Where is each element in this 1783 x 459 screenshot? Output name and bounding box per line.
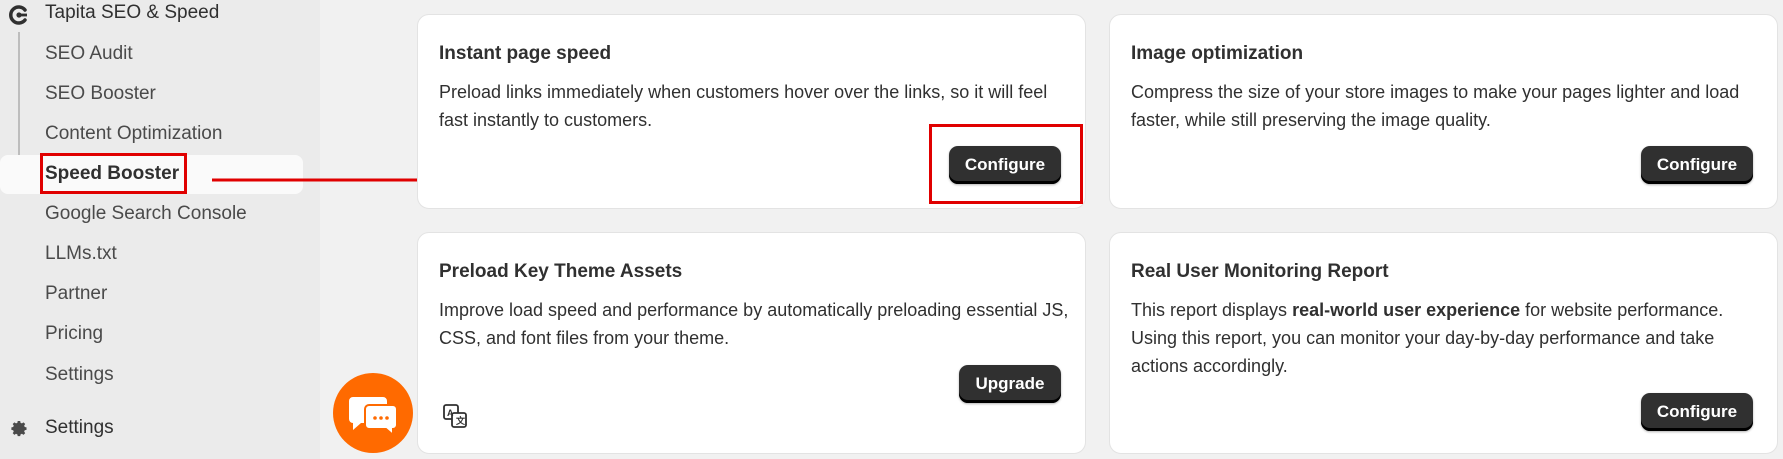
- card-description: Compress the size of your store images t…: [1131, 82, 1740, 130]
- app-title: Tapita SEO & Speed: [45, 2, 220, 23]
- annotation-highlight-configure: [929, 124, 1083, 204]
- app-header[interactable]: Tapita SEO & Speed: [0, 0, 320, 28]
- chat-icon: [349, 397, 398, 438]
- card-title: Instant page speed: [439, 43, 612, 64]
- sidebar-item-seo-booster[interactable]: SEO Booster: [45, 82, 156, 106]
- tree-line: [18, 32, 20, 172]
- sidebar-item-seo-audit[interactable]: SEO Audit: [45, 42, 133, 66]
- chat-widget-button[interactable]: [333, 373, 413, 453]
- translate-icon[interactable]: A 文: [442, 403, 468, 429]
- card-title: Real User Monitoring Report: [1131, 261, 1389, 282]
- card-preload-key-theme-assets: Preload Key Theme Assets Improve load sp…: [417, 232, 1086, 454]
- card-title: Image optimization: [1131, 43, 1304, 64]
- configure-button[interactable]: Configure: [1641, 393, 1753, 431]
- card-real-user-monitoring-report: Real User Monitoring Report This report …: [1109, 232, 1778, 454]
- app-logo-icon: [9, 5, 27, 25]
- sidebar-item-llms-txt[interactable]: LLMs.txt: [45, 242, 117, 266]
- card-image-optimization: Image optimization Compress the size of …: [1109, 14, 1778, 209]
- sidebar: Tapita SEO & Speed SEO Audit SEO Booster…: [0, 0, 320, 459]
- description-prefix: This report displays: [1131, 300, 1293, 320]
- sidebar-item-content-optimization[interactable]: Content Optimization: [45, 122, 222, 146]
- configure-button[interactable]: Configure: [1641, 146, 1753, 184]
- svg-text:文: 文: [455, 415, 466, 426]
- svg-text:A: A: [447, 408, 454, 418]
- sidebar-item-partner[interactable]: Partner: [45, 282, 107, 306]
- annotation-highlight-sidebar: [40, 153, 187, 194]
- sidebar-item-google-search-console[interactable]: Google Search Console: [45, 202, 247, 226]
- description-bold: real-world user experience: [1292, 300, 1521, 320]
- sidebar-item-settings[interactable]: Settings: [45, 363, 114, 387]
- card-title: Preload Key Theme Assets: [439, 261, 683, 282]
- sidebar-item-pricing[interactable]: Pricing: [45, 322, 103, 346]
- card-description: Improve load speed and performance by au…: [439, 300, 1069, 348]
- upgrade-button[interactable]: Upgrade: [959, 365, 1061, 403]
- settings-link[interactable]: Settings: [45, 417, 114, 439]
- card-description: This report displays real-world user exp…: [1131, 296, 1761, 380]
- settings-gear-icon: [11, 421, 27, 437]
